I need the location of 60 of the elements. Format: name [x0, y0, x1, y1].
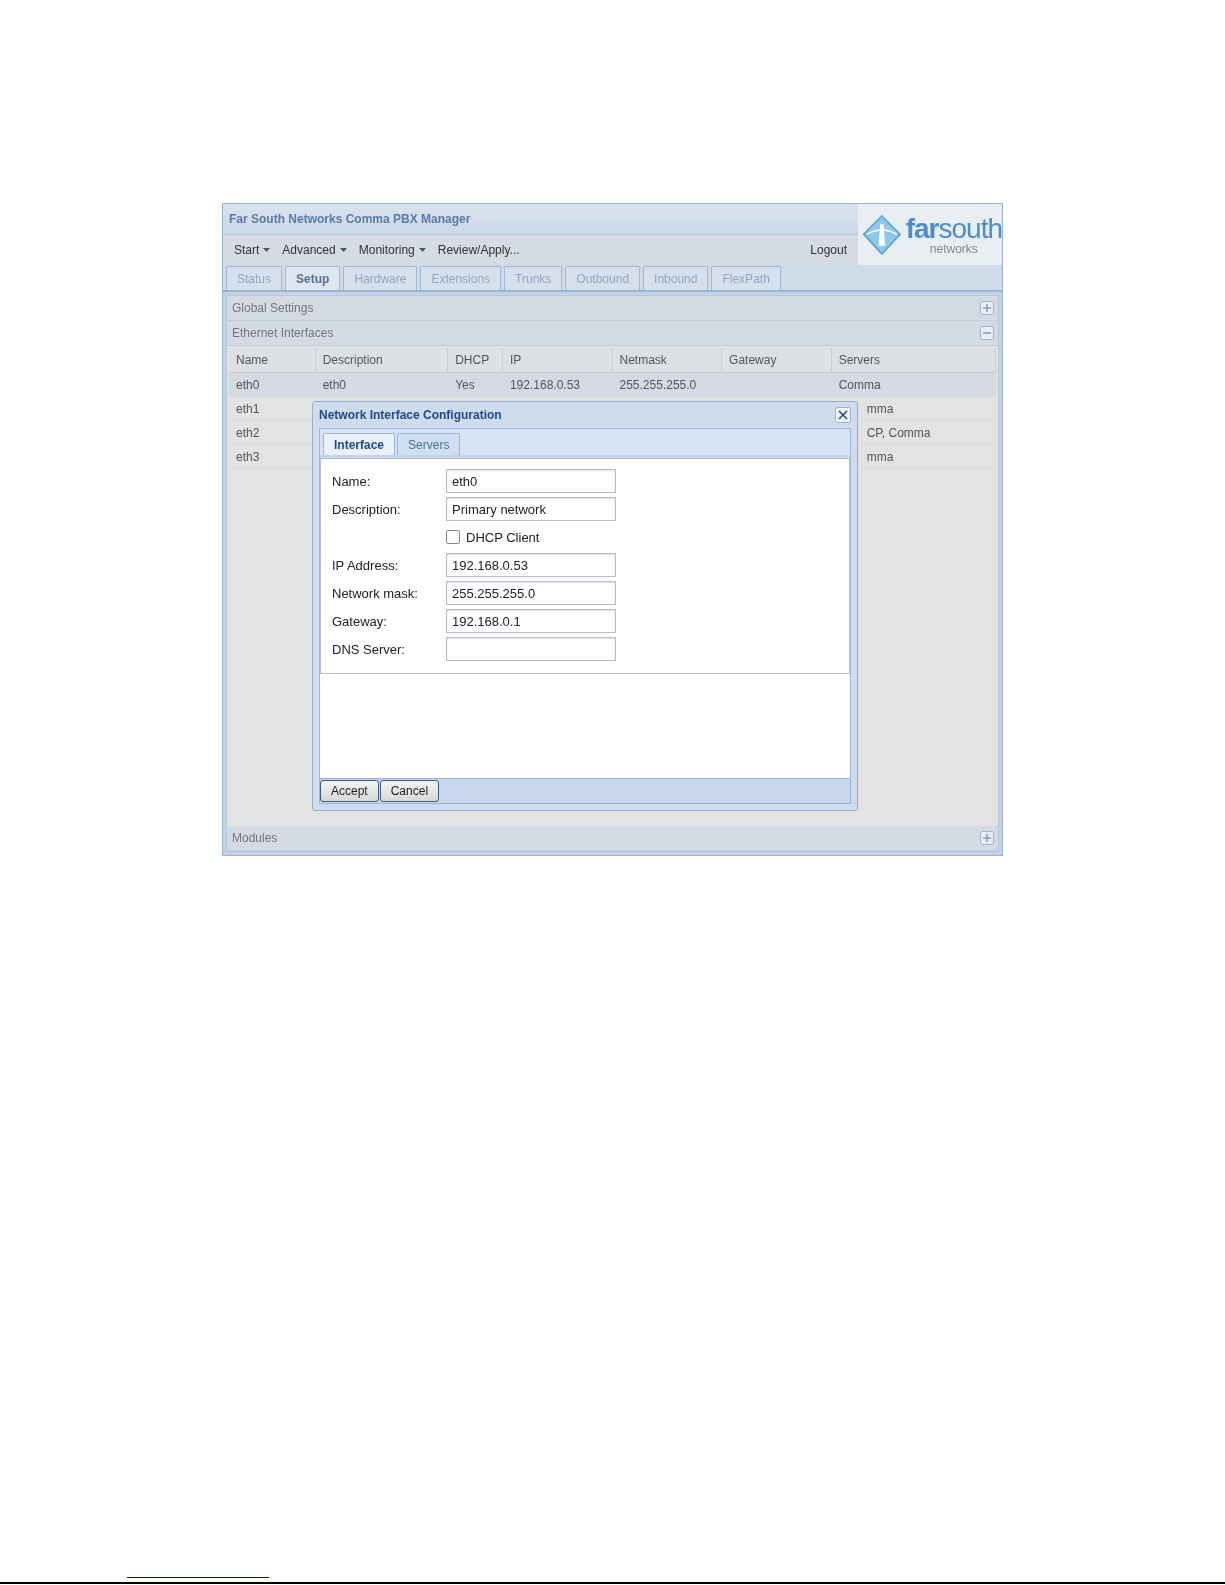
toggle-icon[interactable]: [980, 831, 994, 845]
table-cell: eth0: [322, 377, 347, 392]
input-field[interactable]: Primary network: [446, 497, 616, 521]
panel-title: Ethernet Interfaces: [232, 326, 334, 340]
column-header[interactable]: Description: [315, 348, 449, 372]
column-header[interactable]: Servers: [831, 348, 996, 372]
column-header[interactable]: Netmask: [612, 348, 723, 372]
logo-subtitle: networks: [929, 242, 978, 255]
column-header[interactable]: Gateway: [722, 348, 832, 372]
dialog-button[interactable]: Cancel: [379, 780, 440, 802]
toggle-icon[interactable]: [980, 326, 994, 340]
close-icon[interactable]: [835, 407, 851, 423]
table-cell: eth3: [236, 449, 260, 464]
field-label: Network mask:: [332, 585, 419, 601]
logo-wordmark: farsouth: [905, 214, 1002, 243]
dialog-button[interactable]: Accept: [320, 780, 379, 802]
input-field[interactable]: 192.168.0.53: [446, 553, 616, 577]
caret-icon: [418, 248, 426, 252]
table-cell: eth2: [236, 425, 260, 440]
checkbox[interactable]: [446, 530, 460, 544]
column-header[interactable]: Name: [229, 348, 316, 372]
table-cell: mma: [866, 449, 894, 464]
table-cell: CP, Comma: [866, 425, 931, 440]
input-field[interactable]: [446, 637, 616, 661]
column-header[interactable]: DHCP: [448, 348, 503, 372]
panel-header[interactable]: Modules: [227, 826, 998, 851]
table-cell: Yes: [455, 377, 475, 392]
field-label: Name:: [332, 473, 372, 489]
table-cell: eth0: [236, 377, 260, 392]
table-cell: 192.168.0.53: [509, 377, 580, 392]
caret-icon: [263, 248, 271, 252]
dialog-title: Network Interface Configuration: [319, 408, 502, 422]
menu-item[interactable]: Monitoring: [353, 241, 431, 259]
panel-header[interactable]: Global Settings: [227, 296, 998, 321]
app-title: Far South Networks Comma PBX Manager: [229, 212, 471, 226]
tab[interactable]: Setup: [285, 266, 341, 290]
field-label: Description:: [332, 501, 402, 517]
caret-icon: [339, 248, 347, 252]
tab[interactable]: Interface: [323, 433, 396, 455]
table-cell: eth1: [236, 401, 260, 416]
logout-link[interactable]: Logout: [805, 241, 852, 259]
field-label: DNS Server:: [332, 641, 406, 657]
table-cell: 255.255.255.0: [619, 377, 697, 392]
menu-item[interactable]: Advanced: [277, 241, 352, 259]
panel-header[interactable]: Ethernet Interfaces: [227, 321, 998, 346]
tab[interactable]: Servers: [397, 433, 461, 455]
panel-title: Modules: [232, 831, 278, 845]
menu-item[interactable]: Review/Apply...: [432, 241, 525, 259]
panel-title: Global Settings: [232, 301, 314, 315]
column-header[interactable]: IP: [502, 348, 613, 372]
checkbox-label[interactable]: DHCP Client: [466, 529, 540, 545]
input-field[interactable]: 255.255.255.0: [446, 581, 616, 605]
input-field[interactable]: 192.168.0.1: [446, 609, 616, 633]
table-cell: Comma: [838, 377, 881, 392]
table-cell: mma: [866, 401, 894, 416]
input-field[interactable]: eth0: [446, 469, 616, 493]
toggle-icon[interactable]: [980, 301, 994, 315]
menu-item[interactable]: Start: [229, 241, 276, 259]
field-label: IP Address:: [332, 557, 400, 573]
field-label: Gateway:: [332, 613, 388, 629]
